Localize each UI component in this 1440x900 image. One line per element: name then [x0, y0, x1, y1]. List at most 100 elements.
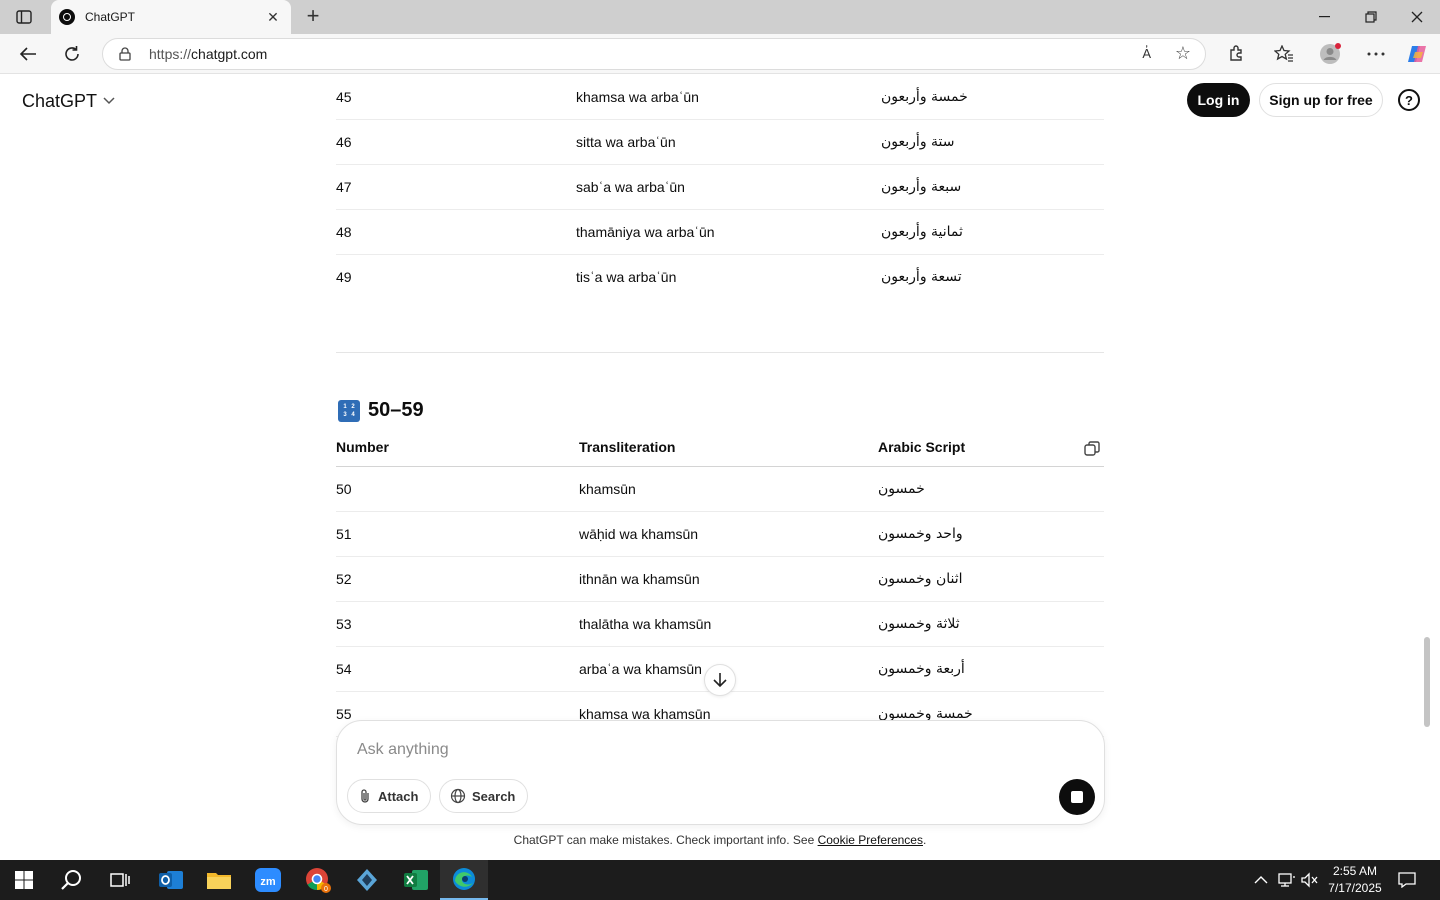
arrow-down-icon	[713, 673, 727, 688]
search-label: Search	[472, 788, 516, 804]
table-header: Number Transliteration Arabic Script	[336, 434, 1104, 467]
search-button[interactable]: Search	[439, 779, 529, 813]
model-selector[interactable]: ChatGPT	[22, 91, 115, 112]
attach-label: Attach	[378, 788, 419, 804]
table-row: 46 sitta wa arbaʿūn ستة وأربعون	[336, 120, 1104, 165]
cell-number: 53	[336, 616, 352, 632]
clock-date: 7/17/2025	[1328, 881, 1382, 895]
favorites-icon[interactable]	[1272, 42, 1296, 66]
notifications-icon[interactable]	[1398, 860, 1416, 900]
table-row: 53 thalātha wa khamsūn ثلاثة وخمسون	[336, 602, 1104, 647]
chevron-down-icon	[103, 96, 115, 108]
favorite-star-icon[interactable]: ☆	[1175, 43, 1191, 64]
cell-translit: sitta wa arbaʿūn	[576, 134, 676, 150]
cell-number: 47	[336, 179, 352, 195]
copy-table-icon[interactable]	[1082, 439, 1102, 459]
header-arabic: Arabic Script	[878, 439, 966, 455]
prompt-input[interactable]: Ask anything	[357, 741, 449, 759]
cell-number: 55	[336, 706, 352, 722]
network-icon[interactable]	[1278, 860, 1296, 900]
lock-icon[interactable]	[119, 47, 133, 61]
system-clock[interactable]: 2:55 AM 7/17/2025	[1320, 863, 1390, 897]
cell-number: 49	[336, 269, 352, 285]
cookie-preferences-link[interactable]: Cookie Preferences	[818, 833, 923, 847]
taskbar-search-icon[interactable]	[48, 860, 96, 900]
new-tab-icon[interactable]: +	[300, 4, 326, 30]
url-text: https://chatgpt.com	[149, 46, 268, 62]
cell-number: 52	[336, 571, 352, 587]
extensions-icon[interactable]	[1224, 42, 1248, 66]
stop-icon	[1071, 791, 1083, 803]
cell-arabic: اثنان وخمسون	[878, 571, 963, 587]
cell-number: 48	[336, 224, 352, 240]
page-scrollbar[interactable]	[1424, 637, 1430, 727]
browser-toolbar: https://chatgpt.com A҆ ☆	[0, 34, 1440, 74]
prompt-composer[interactable]: Ask anything Attach Search	[336, 720, 1105, 825]
section-title: 50–59	[368, 399, 424, 421]
attach-button[interactable]: Attach	[347, 779, 432, 813]
zoom-icon[interactable]: zm	[244, 860, 292, 900]
cell-translit: khamsa wa arbaʿūn	[576, 89, 699, 105]
cell-translit: tisʿa wa arbaʿūn	[576, 269, 677, 285]
task-view-icon[interactable]	[96, 860, 144, 900]
table-row: 47 sabʿa wa arbaʿūn سبعة وأربعون	[336, 165, 1104, 210]
numbers-emoji-icon: 12 34	[338, 399, 360, 422]
restore-icon[interactable]	[1348, 0, 1394, 34]
login-button[interactable]: Log in	[1187, 83, 1250, 117]
tray-chevron-up-icon[interactable]	[1254, 860, 1268, 900]
cell-arabic: واحد وخمسون	[878, 526, 963, 542]
refresh-icon[interactable]	[58, 41, 86, 67]
cell-arabic: خمسة وأربعون	[881, 89, 968, 105]
svg-text:0: 0	[324, 886, 328, 893]
header-translit: Transliteration	[579, 439, 676, 455]
chatgpt-favicon-icon	[59, 9, 75, 25]
profile-avatar-icon[interactable]	[1318, 42, 1342, 66]
excel-icon[interactable]	[392, 860, 440, 900]
tab-title: ChatGPT	[85, 10, 136, 24]
section-divider	[336, 352, 1104, 353]
paperclip-icon	[361, 789, 369, 803]
table-row: 52 ithnān wa khamsūn اثنان وخمسون	[336, 557, 1104, 602]
cell-arabic: أربعة وخمسون	[878, 661, 965, 677]
table-row: 45 khamsa wa arbaʿūn خمسة وأربعون	[336, 75, 1104, 120]
cell-number: 51	[336, 526, 352, 542]
app-diamond-icon[interactable]	[343, 860, 391, 900]
tab-close-icon[interactable]: ✕	[265, 9, 281, 26]
section-heading: 12 34 50–59	[338, 399, 424, 422]
scroll-to-bottom-button[interactable]	[704, 664, 736, 696]
cell-number: 46	[336, 134, 352, 150]
cell-number: 45	[336, 89, 352, 105]
back-icon[interactable]	[14, 41, 42, 67]
browser-tab-chatgpt[interactable]: ChatGPT ✕	[51, 0, 291, 34]
signup-button[interactable]: Sign up for free	[1259, 83, 1383, 117]
cell-arabic: سبعة وأربعون	[881, 179, 962, 195]
help-icon[interactable]: ?	[1398, 89, 1420, 111]
cell-number: 50	[336, 481, 352, 497]
chatgpt-page: ChatGPT Log in Sign up for free ? 45 kha…	[4, 75, 1436, 857]
brand-title: ChatGPT	[22, 91, 98, 111]
minimize-icon[interactable]	[1302, 0, 1348, 34]
cell-arabic: ثلاثة وخمسون	[878, 616, 960, 632]
chrome-icon[interactable]: 0	[294, 860, 342, 900]
edge-icon[interactable]	[440, 860, 488, 900]
cell-translit: wāḥid wa khamsūn	[579, 526, 699, 542]
windows-start-icon[interactable]	[0, 860, 48, 900]
copilot-icon[interactable]	[1405, 42, 1429, 66]
disclaimer-text: ChatGPT can make mistakes. Check importa…	[513, 833, 927, 847]
table-row: 51 wāḥid wa khamsūn واحد وخمسون	[336, 512, 1104, 557]
table-row: 48 thamāniya wa arbaʿūn ثمانية وأربعون	[336, 210, 1104, 255]
stop-generating-button[interactable]	[1059, 779, 1095, 815]
more-options-icon[interactable]	[1364, 42, 1388, 66]
browser-tab-strip: ChatGPT ✕ +	[0, 0, 1440, 34]
outlook-icon[interactable]	[147, 860, 195, 900]
window-close-icon[interactable]	[1394, 0, 1440, 34]
tab-actions-icon[interactable]	[10, 6, 38, 28]
file-explorer-icon[interactable]	[195, 860, 243, 900]
globe-icon	[450, 788, 466, 804]
address-bar[interactable]: https://chatgpt.com A҆ ☆	[102, 38, 1206, 70]
cell-translit: thamāniya wa arbaʿūn	[576, 224, 715, 240]
read-aloud-icon[interactable]: A҆	[1142, 46, 1151, 61]
volume-muted-icon[interactable]	[1301, 860, 1319, 900]
cell-number: 54	[336, 661, 352, 677]
clock-time: 2:55 AM	[1332, 864, 1378, 878]
